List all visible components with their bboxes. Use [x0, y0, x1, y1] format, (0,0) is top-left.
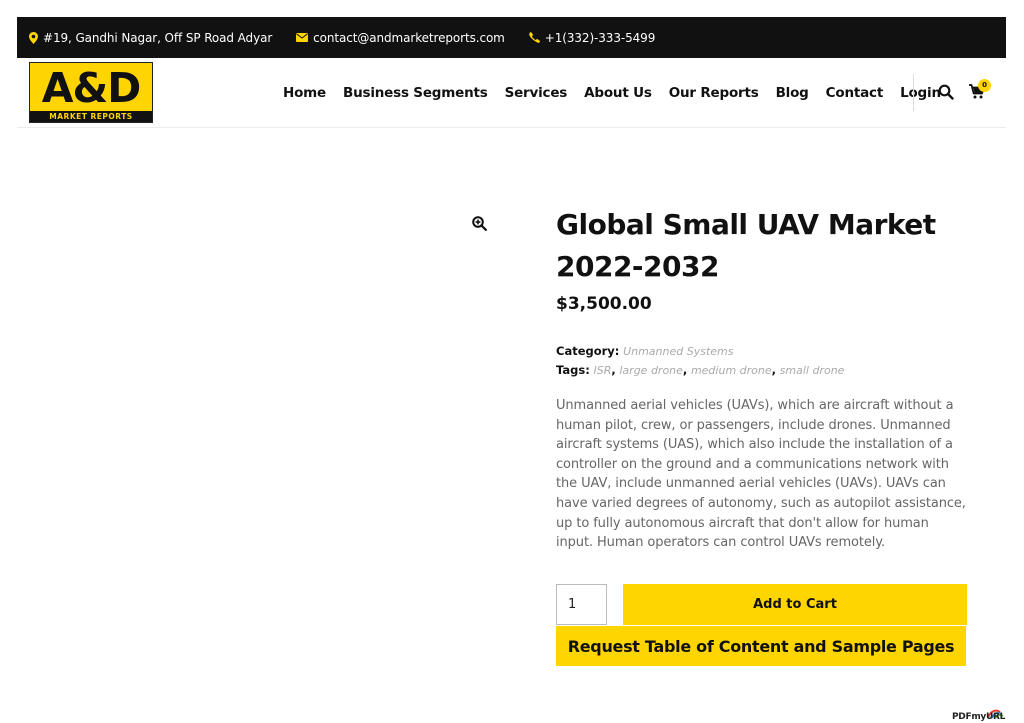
site-logo[interactable]: A&D MARKET REPORTS	[29, 62, 153, 123]
product-price: $3,500.00	[556, 294, 652, 314]
site-header: A&D MARKET REPORTS Home Business Segment…	[17, 58, 1006, 128]
phone-info[interactable]: +1(332)-333-5499	[528, 31, 656, 45]
phone-link[interactable]: +1(332)-333-5499	[545, 31, 656, 45]
tag-link-medium-drone[interactable]: medium drone	[691, 364, 772, 377]
address-info: #19, Gandhi Nagar, Off SP Road Adyar	[29, 31, 272, 45]
nav-services[interactable]: Services	[505, 85, 568, 101]
nav-login[interactable]: Login	[900, 85, 941, 101]
tags-label: Tags:	[556, 363, 590, 377]
envelope-icon	[296, 33, 309, 42]
category-link[interactable]: Unmanned Systems	[623, 345, 733, 358]
zoom-in-icon[interactable]	[472, 216, 488, 232]
top-info-bar: #19, Gandhi Nagar, Off SP Road Adyar con…	[17, 17, 1006, 58]
tag-link-large-drone[interactable]: large drone	[619, 364, 683, 377]
nav-business-segments[interactable]: Business Segments	[343, 85, 488, 101]
pdfmyurl-text: PDFmyURL	[952, 712, 1006, 722]
tag-link-small-drone[interactable]: small drone	[780, 364, 845, 377]
address-text: #19, Gandhi Nagar, Off SP Road Adyar	[43, 30, 273, 45]
product-meta: Category: Unmanned Systems Tags: ISR, la…	[556, 342, 968, 380]
tag-link-isr[interactable]: ISR	[593, 364, 611, 377]
product-description: Unmanned aerial vehicles (UAVs), which a…	[556, 398, 966, 551]
product-title: Global Small UAV Market 2022-2032	[556, 208, 936, 283]
category-label: Category:	[556, 344, 620, 358]
main-nav: Home Business Segments Services About Us…	[283, 58, 958, 128]
logo-tagline: MARKET REPORTS	[30, 111, 152, 122]
nav-home[interactable]: Home	[283, 85, 326, 101]
category-row: Category: Unmanned Systems	[556, 342, 968, 361]
nav-about-us[interactable]: About Us	[584, 85, 652, 101]
email-info[interactable]: contact@andmarketreports.com	[296, 31, 505, 45]
nav-our-reports[interactable]: Our Reports	[669, 85, 759, 101]
product-summary: Global Small UAV Market 2022-2032 $3,500…	[556, 204, 968, 553]
nav-blog[interactable]: Blog	[776, 85, 809, 101]
nav-contact[interactable]: Contact	[826, 85, 884, 101]
add-to-cart-form: Add to Cart	[556, 584, 968, 625]
pdfmyurl-watermark: PDFmyURL	[950, 704, 1008, 722]
nav-divider	[913, 74, 914, 111]
search-icon[interactable]	[938, 84, 956, 102]
request-sample-button[interactable]: Request Table of Content and Sample Page…	[556, 626, 966, 666]
quantity-input[interactable]	[556, 584, 607, 625]
map-marker-icon	[29, 31, 38, 44]
logo-mark: A&D	[41, 64, 142, 112]
email-link[interactable]: contact@andmarketreports.com	[313, 31, 505, 45]
phone-icon	[528, 32, 540, 43]
cart-count-badge: 0	[978, 79, 991, 92]
tags-row: Tags: ISR, large drone, medium drone, sm…	[556, 363, 845, 377]
add-to-cart-button[interactable]: Add to Cart	[623, 584, 967, 625]
